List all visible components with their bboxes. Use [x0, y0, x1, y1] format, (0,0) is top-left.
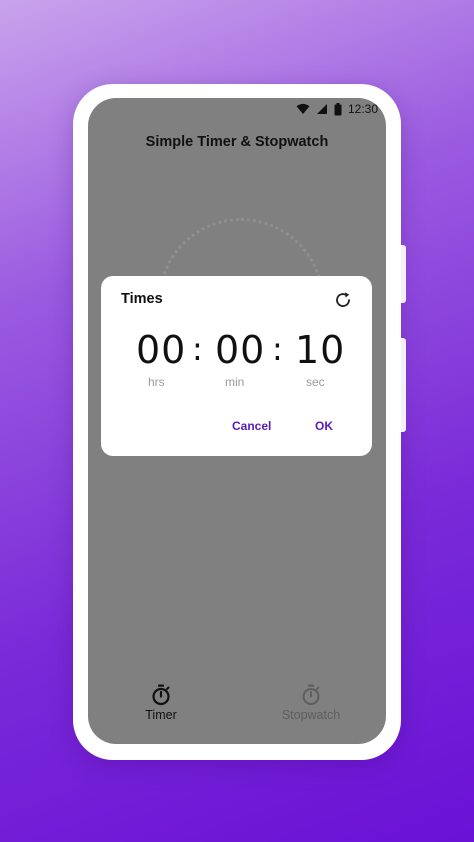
phone-volume-button	[401, 245, 406, 303]
minutes-seconds-separator: :	[272, 330, 283, 368]
hours-value[interactable]: 00	[136, 328, 186, 372]
hours-minutes-separator: :	[192, 330, 203, 368]
phone-power-button	[401, 338, 406, 432]
seconds-value[interactable]: 10	[295, 328, 345, 372]
nav-item-stopwatch[interactable]: Stopwatch	[256, 684, 366, 722]
nav-item-stopwatch-label: Stopwatch	[281, 708, 341, 722]
signal-icon	[316, 104, 327, 114]
bottom-navigation: Timer Stopwatch	[88, 684, 386, 744]
hours-unit-label: hrs	[148, 375, 165, 389]
nav-item-timer[interactable]: Timer	[106, 684, 216, 722]
time-digits: 00 : 00 : 10	[101, 328, 372, 372]
stopwatch-icon	[302, 684, 320, 705]
minutes-value[interactable]: 00	[215, 328, 265, 372]
ok-button[interactable]: OK	[315, 419, 333, 433]
seconds-unit-label: sec	[306, 375, 325, 389]
wifi-icon	[296, 103, 310, 114]
nav-item-timer-label: Timer	[145, 708, 177, 722]
cancel-button[interactable]: Cancel	[232, 419, 271, 433]
time-picker-dialog: Times 00 : 00 : 10 hrs min sec Cancel OK	[101, 276, 372, 456]
battery-icon	[334, 102, 342, 115]
stopwatch-icon	[152, 684, 170, 706]
dialog-title: Times	[121, 291, 163, 307]
reset-icon[interactable]	[334, 291, 352, 309]
app-title: Simple Timer & Stopwatch	[145, 134, 329, 150]
status-time: 12:30	[347, 102, 378, 116]
status-bar: 12:30	[88, 98, 386, 120]
minutes-unit-label: min	[225, 375, 245, 389]
